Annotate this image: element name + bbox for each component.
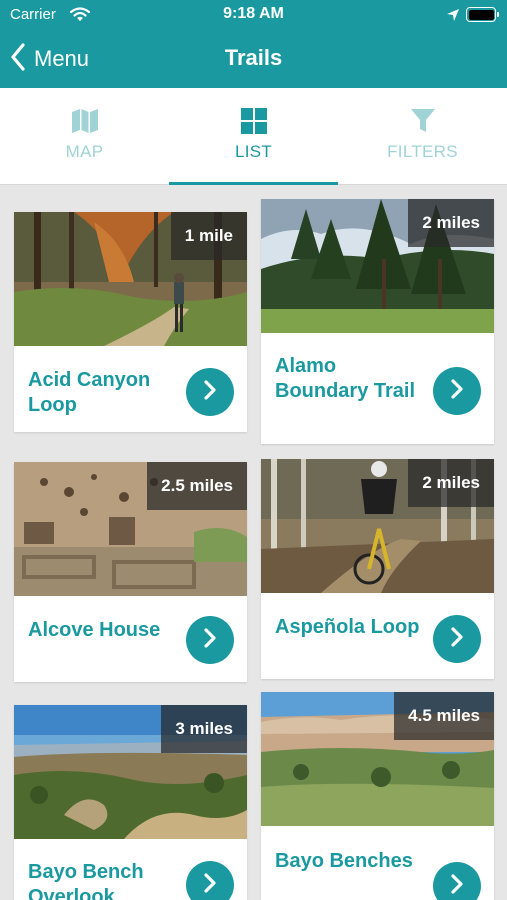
chevron-right-icon <box>201 379 219 405</box>
trail-photo: 2.5 miles <box>14 462 247 596</box>
chevron-right-icon <box>448 626 466 652</box>
distance-badge: 3 miles <box>161 705 247 753</box>
tab-list[interactable]: LIST <box>169 88 338 185</box>
trail-card[interactable]: 3 miles Bayo Bench Overlook <box>14 705 247 900</box>
trail-photo: 2 miles <box>261 459 494 593</box>
status-bar: Carrier 9:18 AM <box>0 0 507 30</box>
trail-photo: 3 miles <box>14 705 247 839</box>
trail-card[interactable]: 1 mile Acid Canyon Loop <box>14 212 247 432</box>
distance-badge: 2 miles <box>408 459 494 507</box>
trail-photo: 1 mile <box>14 212 247 346</box>
trail-photo: 2 miles <box>261 199 494 333</box>
go-button[interactable] <box>433 862 481 900</box>
go-button[interactable] <box>186 368 234 416</box>
location-arrow-icon <box>446 8 460 27</box>
go-button[interactable] <box>186 616 234 664</box>
trail-name: Acid Canyon Loop <box>28 369 151 416</box>
chevron-right-icon <box>448 873 466 899</box>
active-tab-indicator <box>169 182 338 185</box>
chevron-right-icon <box>201 627 219 653</box>
distance-badge: 4.5 miles <box>394 692 494 740</box>
trail-name: Alcove House <box>28 619 161 641</box>
view-tab-bar: MAP LIST FILTERS <box>0 88 507 185</box>
distance-badge: 2.5 miles <box>147 462 247 510</box>
trail-card[interactable]: 2 miles Alamo Boundary Trail <box>261 199 494 444</box>
trail-photo: 4.5 miles <box>261 692 494 826</box>
trail-name: Bayo Benches <box>275 850 413 872</box>
trail-card[interactable]: 2 miles Aspeñola Loop <box>261 459 494 679</box>
trail-card[interactable]: 2.5 miles Alcove House <box>14 462 247 682</box>
battery-icon <box>466 7 499 22</box>
trail-card[interactable]: 4.5 miles Bayo Benches <box>261 692 494 900</box>
chevron-right-icon <box>448 378 466 404</box>
tab-list-label: LIST <box>234 142 273 161</box>
trail-name: Alamo Boundary Trail <box>275 355 416 402</box>
trail-name: Aspeñola Loop <box>275 616 420 638</box>
go-button[interactable] <box>433 367 481 415</box>
go-button[interactable] <box>433 615 481 663</box>
distance-badge: 2 miles <box>408 199 494 247</box>
nav-bar: Menu Trails <box>0 30 507 88</box>
page-title: Trails <box>224 45 283 70</box>
tab-filters[interactable]: FILTERS <box>338 88 507 185</box>
chevron-right-icon <box>201 872 219 898</box>
go-button[interactable] <box>186 861 234 900</box>
tab-filters-label: FILTERS <box>387 142 458 161</box>
map-icon <box>71 106 99 136</box>
trail-name: Bayo Bench Overlook <box>28 861 144 900</box>
filter-icon <box>410 106 436 136</box>
tab-map[interactable]: MAP <box>0 88 169 185</box>
grid-icon <box>240 106 268 136</box>
tab-map-label: MAP <box>65 142 104 161</box>
status-time: 9:18 AM <box>223 5 284 22</box>
distance-badge: 1 mile <box>170 212 247 260</box>
